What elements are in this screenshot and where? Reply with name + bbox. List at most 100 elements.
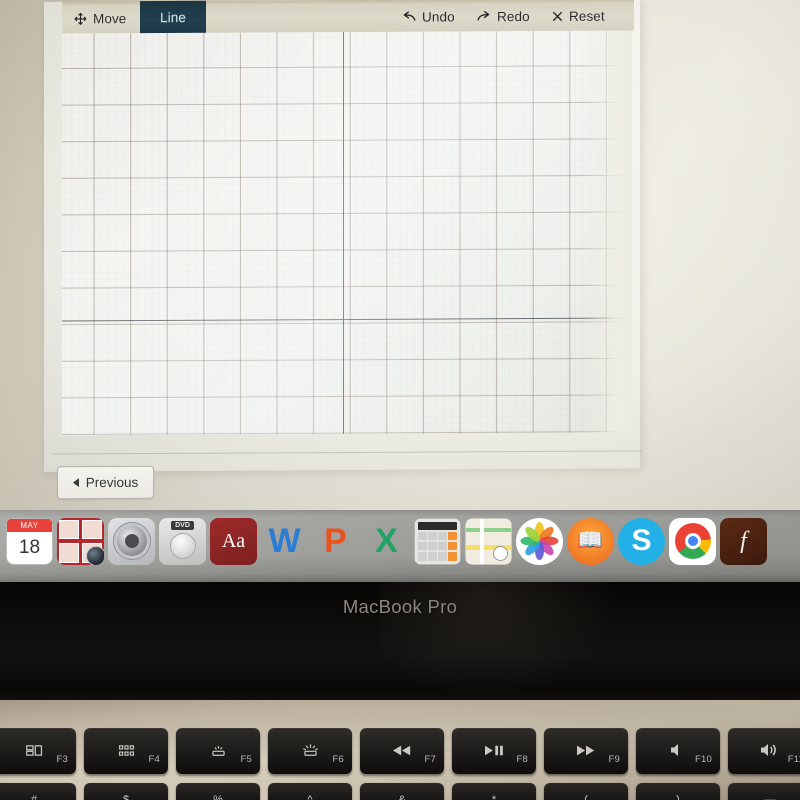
redo-button[interactable]: Redo bbox=[477, 4, 530, 28]
maps-icon bbox=[465, 517, 512, 565]
key-f6[interactable]: F6 bbox=[268, 728, 352, 774]
move-tool-label: Move bbox=[93, 10, 127, 26]
reset-button[interactable]: Reset bbox=[552, 4, 605, 28]
macbook-pro-label: MacBook Pro bbox=[342, 596, 458, 617]
coordinate-grid-canvas[interactable] bbox=[62, 30, 632, 436]
key-f8[interactable]: F8 bbox=[452, 728, 536, 774]
macos-dock: MAY 18 DVD Aa W P X 📖 S f bbox=[0, 510, 800, 582]
undo-label: Undo bbox=[422, 8, 455, 25]
reset-label: Reset bbox=[569, 8, 605, 24]
key-caret[interactable]: ^ bbox=[268, 783, 352, 800]
number-key-row: # $ % ^ & * ( ) — bbox=[0, 783, 800, 800]
function-key-row: F3 F4 F5 F6 F7 F8 F9 F10 F1 bbox=[0, 728, 800, 776]
dock-item-chrome[interactable] bbox=[669, 517, 716, 565]
dock-item-dvd-player[interactable]: DVD bbox=[159, 517, 206, 565]
key-dollar[interactable]: $ bbox=[84, 783, 168, 800]
flash-icon: f bbox=[720, 517, 767, 565]
key-paren-close[interactable]: ) bbox=[636, 783, 720, 800]
key-f7[interactable]: F7 bbox=[360, 728, 444, 774]
laptop-screen: Move Line Undo Redo Reset Previous bbox=[0, 0, 800, 512]
chrome-icon bbox=[669, 517, 716, 565]
keyboard-brightness-down-icon bbox=[209, 744, 228, 759]
key-f7-label: F7 bbox=[424, 754, 436, 765]
key-paren-open[interactable]: ( bbox=[544, 783, 628, 800]
dvd-player-icon: DVD bbox=[159, 517, 206, 565]
dock-item-calculator[interactable] bbox=[414, 517, 461, 565]
dock-item-word[interactable]: W bbox=[261, 518, 308, 565]
skype-glyph: S bbox=[631, 524, 652, 557]
key-f11-label: F11 bbox=[787, 754, 800, 765]
left-triangle-icon bbox=[72, 478, 80, 488]
move-cross-arrows-icon bbox=[74, 12, 87, 25]
key-f4[interactable]: F4 bbox=[84, 728, 168, 774]
key-f10-label: F10 bbox=[695, 754, 712, 765]
book-icon: 📖 bbox=[567, 517, 614, 565]
keyboard-brightness-up-icon bbox=[301, 743, 320, 759]
undo-button[interactable]: Undo bbox=[402, 4, 455, 28]
move-tool-button[interactable]: Move bbox=[74, 6, 126, 30]
dock-item-excel[interactable]: X bbox=[363, 518, 410, 565]
key-ampersand[interactable]: & bbox=[360, 783, 444, 800]
previous-track-icon bbox=[393, 745, 411, 758]
calculator-icon bbox=[414, 517, 461, 565]
key-dash[interactable]: — bbox=[728, 783, 800, 800]
excel-glyph: X bbox=[375, 521, 398, 560]
dock-item-calendar[interactable]: MAY 18 bbox=[6, 517, 53, 565]
gear-icon bbox=[108, 517, 155, 565]
key-f11[interactable]: F11 bbox=[728, 728, 800, 774]
volume-down-icon bbox=[761, 744, 779, 758]
key-f9[interactable]: F9 bbox=[544, 728, 628, 774]
key-f10[interactable]: F10 bbox=[636, 728, 720, 774]
skype-icon: S bbox=[618, 517, 665, 565]
word-glyph: W bbox=[268, 521, 301, 560]
mute-icon bbox=[671, 744, 685, 758]
close-x-icon bbox=[552, 10, 563, 21]
previous-label: Previous bbox=[85, 474, 139, 491]
y-axis-line bbox=[343, 32, 344, 435]
line-tool-button[interactable]: Line bbox=[140, 0, 206, 34]
dock-item-powerpoint[interactable]: P bbox=[312, 518, 359, 565]
key-f5[interactable]: F5 bbox=[176, 728, 260, 774]
photos-icon bbox=[516, 517, 563, 565]
key-hash[interactable]: # bbox=[0, 783, 76, 800]
powerpoint-icon: P bbox=[312, 518, 359, 565]
dock-item-photos[interactable] bbox=[516, 517, 563, 565]
redo-arrow-icon bbox=[477, 10, 491, 22]
dock-item-system-preferences[interactable] bbox=[108, 517, 155, 565]
key-percent[interactable]: % bbox=[176, 783, 260, 800]
key-f4-label: F4 bbox=[148, 754, 160, 765]
calendar-day-label: 18 bbox=[18, 536, 41, 558]
launchpad-icon bbox=[118, 744, 135, 759]
key-f9-label: F9 bbox=[608, 754, 620, 765]
key-f8-label: F8 bbox=[516, 754, 528, 765]
dock-item-skype[interactable]: S bbox=[618, 517, 665, 565]
previous-button[interactable]: Previous bbox=[57, 465, 154, 500]
powerpoint-glyph: P bbox=[324, 521, 347, 560]
key-f3-label: F3 bbox=[56, 754, 68, 765]
line-tool-label: Line bbox=[160, 9, 186, 25]
key-f3[interactable]: F3 bbox=[0, 728, 76, 774]
excel-icon: X bbox=[363, 518, 410, 565]
grid-major-lines bbox=[62, 30, 632, 436]
undo-arrow-icon bbox=[402, 11, 416, 23]
word-icon: W bbox=[261, 518, 308, 565]
calendar-month-label: MAY bbox=[7, 518, 52, 532]
dock-item-maps[interactable] bbox=[465, 517, 512, 565]
dock-item-dictionary[interactable]: Aa bbox=[210, 517, 257, 565]
mission-control-icon bbox=[25, 744, 43, 759]
dock-item-ibooks[interactable]: 📖 bbox=[567, 517, 614, 565]
screenshot-root: Move Line Undo Redo Reset Previous MAY 1… bbox=[0, 0, 800, 800]
dictionary-icon: Aa bbox=[210, 517, 257, 565]
play-pause-icon bbox=[484, 745, 504, 758]
key-f5-label: F5 bbox=[240, 754, 252, 765]
photo-booth-icon bbox=[57, 517, 104, 565]
dock-item-photo-booth[interactable] bbox=[57, 517, 104, 565]
dictionary-glyph: Aa bbox=[221, 529, 246, 552]
flash-glyph: f bbox=[740, 527, 747, 554]
next-track-icon bbox=[577, 745, 595, 758]
redo-label: Redo bbox=[497, 8, 530, 24]
key-asterisk[interactable]: * bbox=[452, 783, 536, 800]
key-f6-label: F6 bbox=[332, 754, 344, 765]
drawing-toolbar: Move Line Undo Redo Reset bbox=[62, 0, 634, 34]
dock-item-flash-player[interactable]: f bbox=[720, 517, 767, 565]
